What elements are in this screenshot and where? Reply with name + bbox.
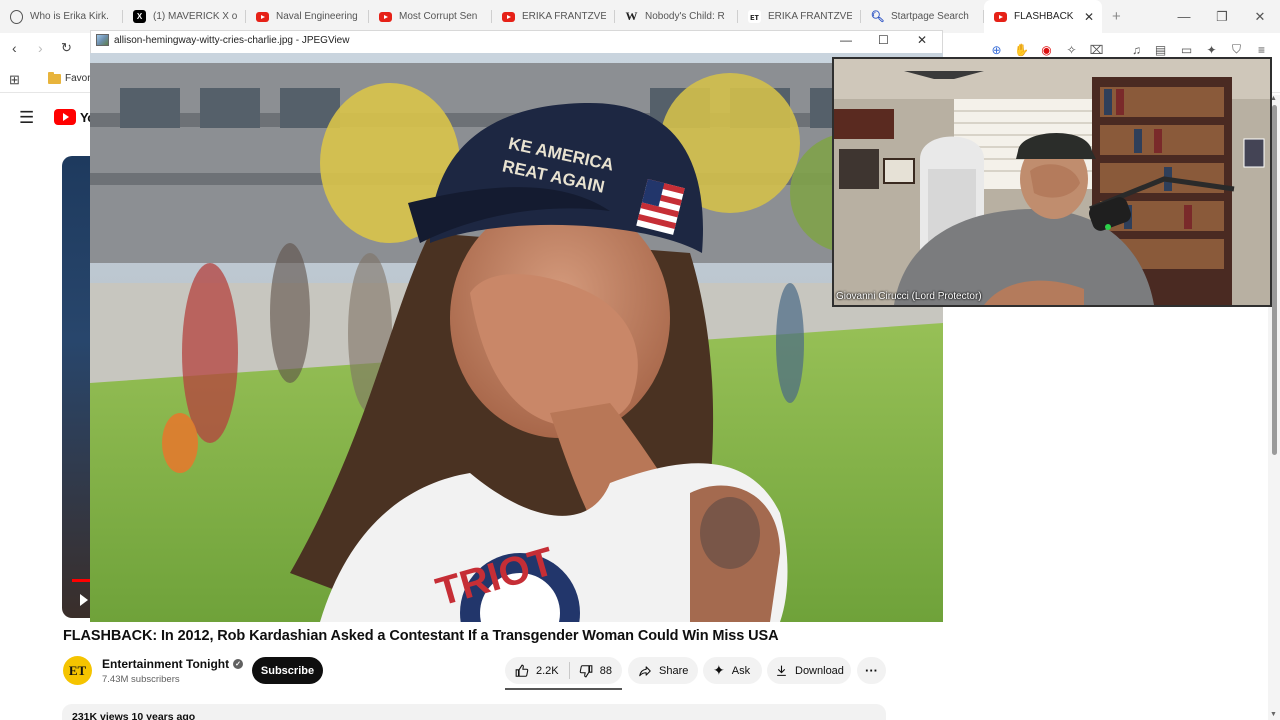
- jpegview-app-icon: [96, 34, 109, 46]
- tab-label: FLASHBACK: I: [1014, 11, 1074, 22]
- sidebar-icon[interactable]: ▤: [1153, 42, 1168, 57]
- back-icon[interactable]: ‹: [12, 40, 17, 56]
- share-icon: [639, 665, 651, 676]
- youtube-icon: [256, 11, 269, 22]
- tab-4[interactable]: Most Corrupt Sen: [369, 0, 492, 33]
- viewer-minimize-button[interactable]: —: [840, 33, 852, 47]
- browser-icon: [10, 9, 23, 24]
- like-ratio-bar: [505, 688, 622, 690]
- apps-grid-icon[interactable]: ⊞: [9, 72, 20, 88]
- tab-label: Startpage Search: [891, 11, 969, 22]
- hamburger-menu-icon[interactable]: ☰: [19, 108, 34, 128]
- video-progress-bar[interactable]: [72, 579, 92, 582]
- webcam-illustration: [834, 59, 1270, 305]
- reload-icon[interactable]: ↻: [61, 40, 72, 56]
- dislike-button[interactable]: 88: [569, 657, 622, 684]
- youtube-play-icon: [54, 109, 76, 125]
- youtube-icon: [994, 11, 1007, 22]
- sparkle-icon[interactable]: ✦: [1204, 42, 1219, 57]
- startpage-icon: 🔍︎: [870, 11, 885, 23]
- tab-8[interactable]: 🔍︎ Startpage Search: [861, 0, 984, 33]
- like-count: 2.2K: [536, 664, 559, 677]
- download-button[interactable]: Download: [767, 657, 851, 684]
- channel-name-text: Entertainment Tonight: [102, 657, 230, 671]
- tab-label: Most Corrupt Sen: [399, 11, 478, 22]
- thumbs-up-icon: [515, 664, 529, 677]
- dislike-extension-icon[interactable]: ✋: [1014, 42, 1029, 57]
- screen: Who is Erika Kirk. X (1) MAVERICK X o Na…: [0, 0, 1280, 720]
- more-actions-button[interactable]: ···: [857, 657, 886, 684]
- like-dislike-group: 2.2K 88: [505, 657, 622, 684]
- like-button[interactable]: 2.2K: [505, 657, 569, 684]
- wallet-icon[interactable]: ▭: [1179, 42, 1194, 57]
- et-icon: ᴇᴛ: [748, 10, 761, 23]
- tab-label: (1) MAVERICK X o: [153, 11, 237, 22]
- download-icon: [777, 665, 786, 676]
- verified-check-icon: ✓: [233, 659, 244, 669]
- subscriber-count: 7.43M subscribers: [102, 674, 180, 685]
- webcam-participant-label: Giovanni Cirucci (Lord Protector): [836, 291, 982, 302]
- webcam-feed: [832, 57, 1272, 307]
- ask-label: Ask: [731, 664, 751, 677]
- youtube-icon: [379, 11, 392, 22]
- window-close-icon[interactable]: ✕: [1241, 0, 1279, 33]
- wikipedia-icon: W: [625, 9, 638, 23]
- tab-bar: Who is Erika Kirk. X (1) MAVERICK X o Na…: [0, 0, 1280, 33]
- new-tab-button[interactable]: +: [1112, 8, 1121, 25]
- translate-icon[interactable]: ⊕: [989, 42, 1004, 57]
- screenshot-icon[interactable]: ⌧: [1089, 42, 1104, 57]
- ask-button[interactable]: ✦ Ask: [703, 657, 762, 684]
- bookmark-folder-label: Favor: [65, 73, 91, 84]
- tab-6[interactable]: W Nobody's Child: R: [615, 0, 738, 33]
- play-extension-icon[interactable]: ◉: [1039, 42, 1054, 57]
- shield-icon[interactable]: ⛉: [1229, 42, 1244, 57]
- window-maximize-icon[interactable]: ❐: [1203, 0, 1241, 33]
- photo-illustration: KE AMERICA REAT AGAIN TRIOT: [90, 53, 943, 622]
- tab-5[interactable]: ERIKA FRANTZVE: [492, 0, 615, 33]
- bookmark-folder[interactable]: Favor: [48, 71, 91, 84]
- channel-avatar[interactable]: ET: [63, 656, 92, 685]
- tab-label: Naval Engineering: [276, 11, 358, 22]
- tab-label: ERIKA FRANTZVE: [768, 11, 852, 22]
- scroll-down-icon[interactable]: ▼: [1270, 711, 1277, 718]
- tab-3[interactable]: Naval Engineering: [246, 0, 369, 33]
- share-label: Share: [659, 664, 689, 677]
- thumbs-down-icon: [579, 664, 593, 677]
- viewer-maximize-button[interactable]: ☐: [878, 33, 889, 47]
- video-title: FLASHBACK: In 2012, Rob Kardashian Asked…: [63, 628, 779, 644]
- music-icon[interactable]: ♫: [1129, 42, 1144, 57]
- image-viewer-title: allison-hemingway-witty-cries-charlie.jp…: [114, 35, 350, 46]
- viewer-close-button[interactable]: ✕: [917, 33, 927, 47]
- share-button[interactable]: Share: [628, 657, 698, 684]
- view-count-date: 231K views 10 years ago: [72, 711, 196, 720]
- sparkle-ask-icon: ✦: [713, 662, 725, 678]
- youtube-logo[interactable]: Yo: [54, 109, 95, 125]
- x-icon: X: [133, 10, 146, 23]
- extensions-icon[interactable]: ✧: [1064, 42, 1079, 57]
- youtube-icon: [502, 11, 515, 22]
- subscribe-button[interactable]: Subscribe: [252, 657, 323, 684]
- scrollbar-thumb[interactable]: [1272, 105, 1277, 455]
- tab-label: Who is Erika Kirk.: [30, 11, 109, 22]
- displayed-photo: KE AMERICA REAT AGAIN TRIOT: [90, 53, 943, 622]
- channel-name[interactable]: Entertainment Tonight ✓: [102, 657, 244, 671]
- menu-icon[interactable]: ≡: [1254, 42, 1269, 57]
- tab-label: Nobody's Child: R: [645, 11, 725, 22]
- window-minimize-icon[interactable]: —: [1165, 0, 1203, 33]
- tab-close-icon[interactable]: ✕: [1084, 10, 1094, 24]
- video-player[interactable]: [62, 156, 92, 618]
- tab-9-active[interactable]: FLASHBACK: I ✕: [984, 0, 1102, 33]
- forward-icon[interactable]: ›: [38, 40, 43, 56]
- tab-7[interactable]: ᴇᴛ ERIKA FRANTZVE: [738, 0, 861, 33]
- tab-1[interactable]: Who is Erika Kirk.: [0, 0, 123, 33]
- tab-label: ERIKA FRANTZVE: [522, 11, 606, 22]
- download-label: Download: [795, 664, 844, 677]
- tab-2[interactable]: X (1) MAVERICK X o: [123, 0, 246, 33]
- dislike-count: 88: [599, 664, 612, 677]
- folder-icon: [48, 71, 61, 84]
- play-icon[interactable]: [80, 594, 88, 606]
